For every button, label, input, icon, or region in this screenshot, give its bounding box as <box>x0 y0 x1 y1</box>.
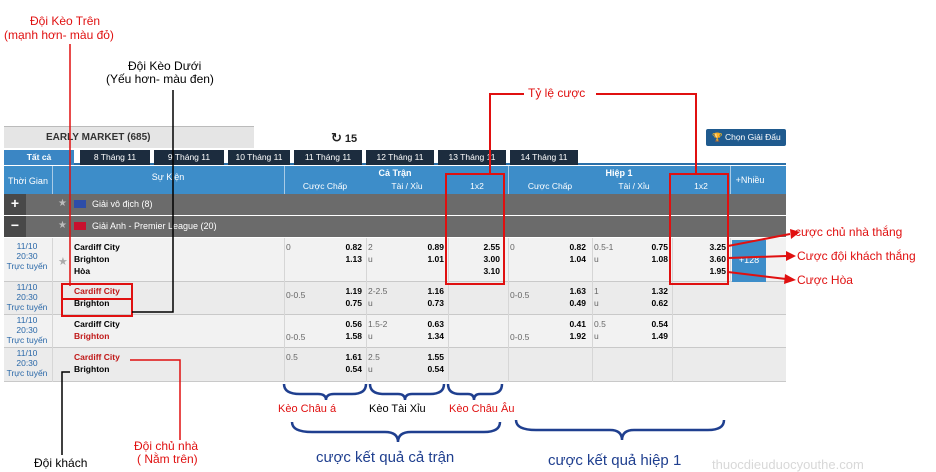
european-odds-label: Kèo Châu Âu <box>449 403 515 415</box>
odds-label-connector-left <box>489 93 524 174</box>
full-match-label: cược kết quả cả trận <box>316 449 455 466</box>
away-team-label: Đội khách <box>34 456 88 470</box>
stronger-team-sublabel: (mạnh hơn- màu đỏ) <box>4 28 114 42</box>
watermark: thuocdieuduocyouthe.com <box>712 457 864 472</box>
ft-1x2-highlight-box <box>445 173 505 285</box>
odds-label-connector-right <box>596 93 697 174</box>
away-win-label: Cược đội khách thắng <box>797 249 916 263</box>
brace-full-match <box>290 421 502 443</box>
draw-arrow <box>727 271 787 280</box>
draw-label: Cược Hòa <box>797 273 853 287</box>
home-team-connector <box>130 359 181 440</box>
lower-team-box <box>61 298 133 317</box>
weaker-team-sublabel: (Yếu hơn- màu đen) <box>106 72 214 86</box>
over-under-label: Kèo Tài Xỉu <box>369 403 426 415</box>
home-win-label: cược chủ nhà thắng <box>795 225 903 239</box>
asian-handicap-label: Kèo Châu á <box>278 403 337 415</box>
upper-team-box <box>61 283 133 300</box>
weaker-team-connector <box>132 90 174 313</box>
home-win-arrow <box>727 233 791 247</box>
first-half-label: cược kết quả hiệp 1 <box>548 452 682 469</box>
away-team-connector <box>61 371 70 455</box>
brace-european <box>446 383 504 401</box>
home-team-sublabel: ( Nằm trên) <box>137 452 198 466</box>
away-win-arrow <box>727 255 787 259</box>
h1-1x2-highlight-box <box>669 173 729 285</box>
odds-label: Tỷ lệ cược <box>528 86 586 100</box>
brace-first-half <box>514 419 726 441</box>
brace-asian-handicap <box>282 383 368 401</box>
brace-over-under <box>368 383 446 401</box>
stronger-team-label: Đội Kèo Trên <box>30 14 101 28</box>
